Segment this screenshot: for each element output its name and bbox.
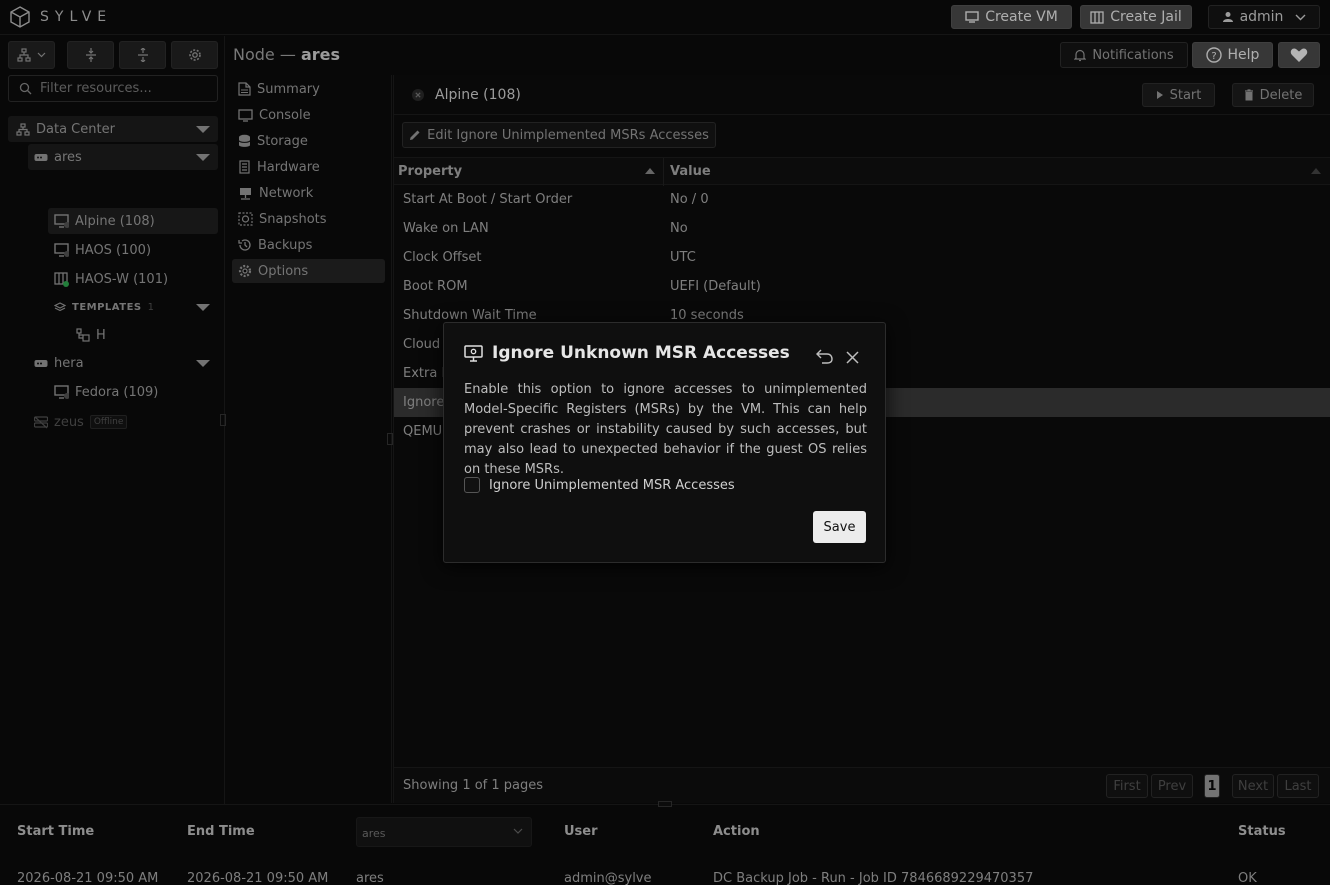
reset-icon[interactable] — [816, 349, 833, 364]
dialog-header: Ignore Unknown MSR Accesses — [464, 343, 790, 363]
msr-dialog: Ignore Unknown MSR Accesses Enable this … — [443, 322, 886, 563]
monitor-cog-icon — [464, 344, 483, 362]
ignore-msr-checkbox-row[interactable]: Ignore Unimplemented MSR Accesses — [464, 477, 735, 493]
checkbox-label[interactable]: Ignore Unimplemented MSR Accesses — [489, 478, 735, 493]
close-icon[interactable] — [846, 351, 859, 364]
dialog-title: Ignore Unknown MSR Accesses — [492, 343, 790, 363]
save-button[interactable]: Save — [813, 511, 866, 543]
ignore-msr-checkbox[interactable] — [464, 477, 480, 493]
dialog-description: Enable this option to ignore accesses to… — [464, 382, 867, 477]
